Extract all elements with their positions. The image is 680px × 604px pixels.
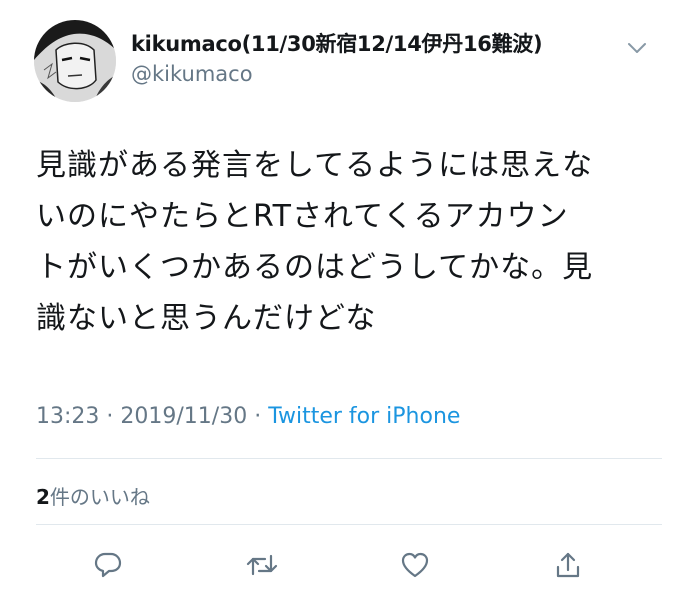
avatar[interactable] bbox=[34, 20, 116, 102]
meta-separator: · bbox=[99, 404, 121, 429]
likes-label: 件のいいね bbox=[49, 485, 150, 509]
display-name[interactable]: kikumaco(11/30新宿12/14伊丹16難波) bbox=[131, 28, 543, 58]
chevron-down-icon[interactable] bbox=[624, 38, 650, 58]
likes-count: 2 bbox=[36, 485, 50, 509]
reply-icon[interactable] bbox=[91, 548, 125, 582]
avatar-illustration bbox=[34, 20, 116, 102]
tweet-date: 2019/11/30 bbox=[120, 404, 248, 429]
user-handle[interactable]: @kikumaco bbox=[131, 62, 253, 86]
likes-summary[interactable]: 2件のいいね bbox=[36, 481, 150, 510]
tweet-time: 13:23 bbox=[36, 404, 100, 429]
retweet-icon[interactable] bbox=[245, 548, 279, 582]
tweet-meta: 13:23 · 2019/11/30 · Twitter for iPhone bbox=[36, 404, 460, 429]
tweet-source-link[interactable]: Twitter for iPhone bbox=[268, 404, 460, 429]
heart-icon[interactable] bbox=[398, 548, 432, 582]
meta-separator: · bbox=[247, 404, 269, 429]
tweet-text: 見識がある発言をしてるようには思えな いのにやたらとRTされてくるアカウン トが… bbox=[36, 148, 594, 336]
divider bbox=[36, 458, 662, 459]
share-icon[interactable] bbox=[551, 548, 585, 582]
divider bbox=[36, 524, 662, 525]
